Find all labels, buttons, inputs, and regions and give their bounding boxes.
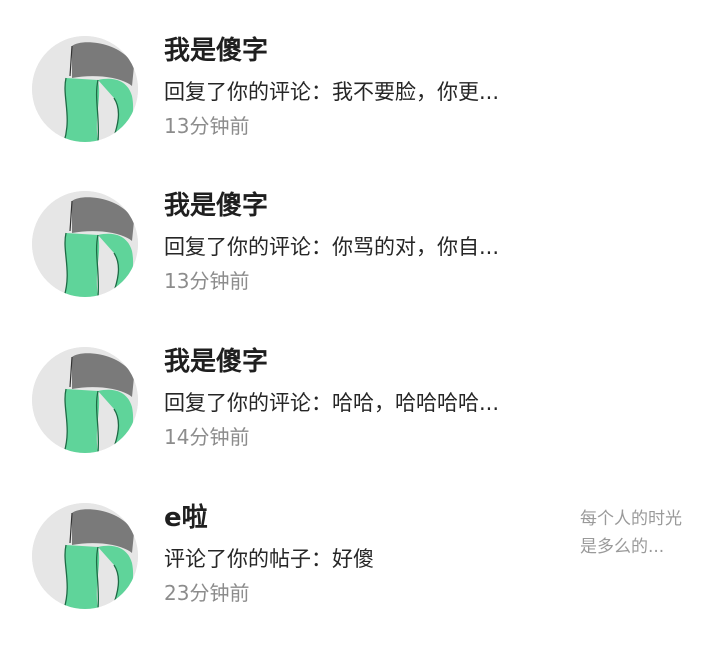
notification-content[interactable]: 回复了你的评论：你骂的对，你自...: [164, 233, 564, 265]
username[interactable]: 我是傻字: [164, 347, 564, 379]
username[interactable]: e啦: [164, 503, 564, 535]
post-preview[interactable]: 每个人的时光是多么的...: [580, 505, 690, 561]
notification-content[interactable]: 回复了你的评论：我不要脸，你更...: [164, 78, 564, 110]
timestamp: 13分钟前: [164, 114, 250, 138]
timestamp: 14分钟前: [164, 425, 250, 449]
timestamp: 13分钟前: [164, 269, 250, 293]
notification-item[interactable]: 我是傻字 回复了你的评论：哈哈，哈哈哈哈... 14分钟前: [0, 347, 720, 503]
notification-item[interactable]: e啦 评论了你的帖子：好傻 23分钟前 每个人的时光是多么的...: [0, 503, 720, 659]
avatar-legs-figure-icon: [32, 347, 138, 453]
notification-content[interactable]: 评论了你的帖子：好傻: [164, 545, 564, 577]
notification-item[interactable]: 我是傻字 回复了你的评论：你骂的对，你自... 13分钟前: [0, 191, 720, 347]
user-avatar[interactable]: [32, 503, 138, 609]
notification-text: e啦 评论了你的帖子：好傻 23分钟前: [164, 503, 564, 606]
notification-list: 我是傻字 回复了你的评论：我不要脸，你更... 13分钟前 我是傻字 回复了你的…: [0, 0, 720, 633]
notification-content[interactable]: 回复了你的评论：哈哈，哈哈哈哈...: [164, 389, 564, 421]
username[interactable]: 我是傻字: [164, 191, 564, 223]
user-avatar[interactable]: [32, 191, 138, 297]
avatar-legs-figure-icon: [32, 503, 138, 609]
user-avatar[interactable]: [32, 36, 138, 142]
notification-text: 我是傻字 回复了你的评论：我不要脸，你更... 13分钟前: [164, 36, 564, 139]
user-avatar[interactable]: [32, 347, 138, 453]
avatar-legs-figure-icon: [32, 191, 138, 297]
notification-item[interactable]: 我是傻字 回复了你的评论：我不要脸，你更... 13分钟前: [0, 36, 720, 192]
notification-text: 我是傻字 回复了你的评论：哈哈，哈哈哈哈... 14分钟前: [164, 347, 564, 450]
timestamp: 23分钟前: [164, 581, 250, 605]
avatar-legs-figure-icon: [32, 36, 138, 142]
username[interactable]: 我是傻字: [164, 36, 564, 68]
notification-text: 我是傻字 回复了你的评论：你骂的对，你自... 13分钟前: [164, 191, 564, 294]
